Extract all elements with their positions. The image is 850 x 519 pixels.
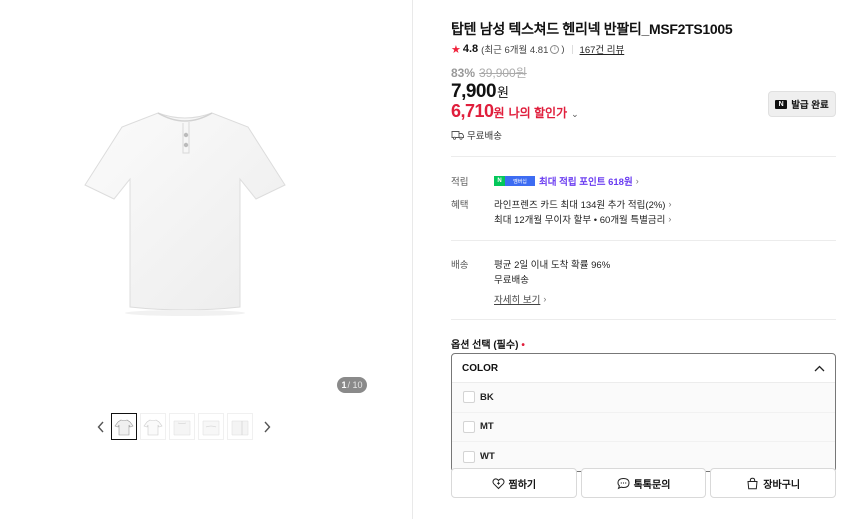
benefit-line-2-text: 최대 12개월 무이자 할부 • 60개월 특별금리 bbox=[494, 215, 666, 226]
chevron-up-icon bbox=[814, 365, 825, 371]
original-price: 39,900원 bbox=[479, 66, 527, 80]
discount-rate: 83% bbox=[451, 66, 476, 80]
chevron-right-icon: › bbox=[543, 294, 547, 304]
recent-rating-close: ) bbox=[561, 43, 565, 55]
points-row[interactable]: N 멤버십 최대 적립 포인트 618원 › bbox=[494, 174, 639, 188]
checkbox[interactable] bbox=[463, 420, 475, 433]
chevron-right-icon: › bbox=[668, 199, 672, 209]
delivery-label: 배송 bbox=[451, 260, 469, 271]
thumbnail-5[interactable] bbox=[227, 413, 253, 440]
chevron-down-icon: ⌄ bbox=[571, 109, 579, 119]
rating-row: ★ 4.8 (최근 6개월 4.81 i ) 167건 리뷰 bbox=[451, 42, 624, 56]
dropdown-header[interactable]: COLOR bbox=[452, 354, 835, 383]
chevron-right-icon: › bbox=[635, 176, 639, 186]
my-price: 6,710 bbox=[451, 101, 494, 121]
points-label: 적립 bbox=[451, 177, 469, 188]
option-item-mt[interactable]: MT bbox=[452, 412, 835, 442]
delivery-line-1: 평균 2일 이내 도착 확률 96% bbox=[494, 260, 611, 271]
shipping-row: 무료배송 bbox=[451, 128, 502, 142]
npay-n-mark: N bbox=[494, 176, 505, 186]
separator bbox=[571, 44, 573, 54]
points-value: 최대 적립 포인트 618원 bbox=[539, 177, 633, 188]
image-counter: 1 / 10 bbox=[337, 377, 367, 393]
talk-inquiry-button[interactable]: 톡톡문의 bbox=[580, 468, 707, 498]
product-gallery: 1 / 10 bbox=[0, 0, 413, 519]
chevron-left-icon bbox=[97, 421, 104, 432]
benefit-label: 혜택 bbox=[451, 200, 469, 211]
thumbnail-strip bbox=[93, 413, 275, 440]
thumb-next-button[interactable] bbox=[259, 413, 275, 440]
checkbox[interactable] bbox=[463, 391, 475, 404]
discount-row: 83% 39,900원 bbox=[451, 64, 527, 81]
delivery-details-link[interactable]: 자세히 보기 › bbox=[494, 292, 546, 306]
option-label-text: 옵션 선택 (필수) bbox=[451, 340, 519, 351]
rating-score: 4.8 bbox=[462, 43, 479, 55]
delivery-line-2: 무료배송 bbox=[494, 275, 529, 286]
cart-button[interactable]: 장바구니 bbox=[710, 468, 837, 498]
checkbox[interactable] bbox=[463, 450, 475, 463]
my-price-row[interactable]: 6,710 원 나의 할인가 ⌄ bbox=[451, 101, 579, 122]
star-icon: ★ bbox=[451, 43, 461, 56]
review-count-link[interactable]: 167건 리뷰 bbox=[580, 42, 625, 56]
cart-label: 장바구니 bbox=[763, 479, 801, 491]
chevron-right-icon: › bbox=[668, 214, 672, 224]
shipping-label: 무료배송 bbox=[467, 131, 502, 142]
heart-plus-icon bbox=[492, 477, 505, 489]
coupon-button-label: 발급 완료 bbox=[791, 100, 829, 111]
product-title: 탑텐 남성 텍스쳐드 헨리넥 반팔티_MSF2TS1005 bbox=[451, 21, 733, 37]
divider bbox=[451, 240, 836, 241]
action-buttons: 찜하기 톡톡문의 장바구니 bbox=[451, 468, 837, 498]
truck-icon bbox=[451, 131, 464, 140]
benefit-line-1-text: 라인프렌즈 카드 최대 134원 추가 적립(2%) bbox=[494, 200, 666, 211]
sale-price: 7,900 bbox=[451, 81, 497, 102]
npay-badge-text: 멤버십 bbox=[505, 176, 535, 186]
shopping-bag-icon bbox=[747, 477, 758, 489]
option-item-label: BK bbox=[480, 391, 494, 403]
image-counter-current: 1 bbox=[341, 380, 347, 390]
thumbnail-3[interactable] bbox=[169, 413, 195, 440]
dropdown-title: COLOR bbox=[462, 362, 499, 374]
info-icon[interactable]: i bbox=[550, 44, 560, 54]
thumb-prev-button[interactable] bbox=[93, 413, 109, 440]
coupon-issued-button[interactable]: N 발급 완료 bbox=[768, 91, 836, 117]
wishlist-button[interactable]: 찜하기 bbox=[451, 468, 577, 498]
required-mark: • bbox=[521, 340, 525, 351]
image-counter-total: / 10 bbox=[347, 380, 363, 390]
talk-inquiry-label: 톡톡문의 bbox=[633, 479, 671, 491]
thumbnail-2[interactable] bbox=[140, 413, 166, 440]
benefit-line-2[interactable]: 최대 12개월 무이자 할부 • 60개월 특별금리 › bbox=[494, 212, 671, 226]
divider bbox=[451, 156, 836, 157]
my-price-label: 나의 할인가 bbox=[508, 106, 568, 120]
option-item-bk[interactable]: BK bbox=[452, 383, 835, 413]
product-main-image[interactable] bbox=[80, 95, 290, 320]
option-item-label: WT bbox=[480, 451, 495, 463]
npay-membership-badge: N 멤버십 bbox=[494, 176, 535, 186]
option-item-label: MT bbox=[480, 421, 494, 433]
benefit-line-1[interactable]: 라인프렌즈 카드 최대 134원 추가 적립(2%) › bbox=[494, 197, 671, 211]
thumbnail-4[interactable] bbox=[198, 413, 224, 440]
color-dropdown[interactable]: COLOR BK MT WT bbox=[451, 353, 836, 472]
thumbnail-1[interactable] bbox=[111, 413, 137, 440]
naver-coupon-icon: N bbox=[775, 99, 788, 109]
wishlist-label: 찜하기 bbox=[508, 479, 537, 491]
option-select-label: 옵션 선택 (필수) • bbox=[451, 336, 525, 351]
divider bbox=[451, 319, 836, 320]
price-row: 7,900 원 bbox=[451, 81, 509, 103]
chevron-right-icon bbox=[264, 421, 271, 432]
recent-rating: (최근 6개월 4.81 bbox=[481, 45, 549, 56]
chat-bubble-icon bbox=[617, 477, 630, 489]
price-unit: 원 bbox=[497, 85, 510, 100]
delivery-details-text: 자세히 보기 bbox=[494, 295, 541, 306]
my-price-unit: 원 bbox=[493, 106, 505, 120]
